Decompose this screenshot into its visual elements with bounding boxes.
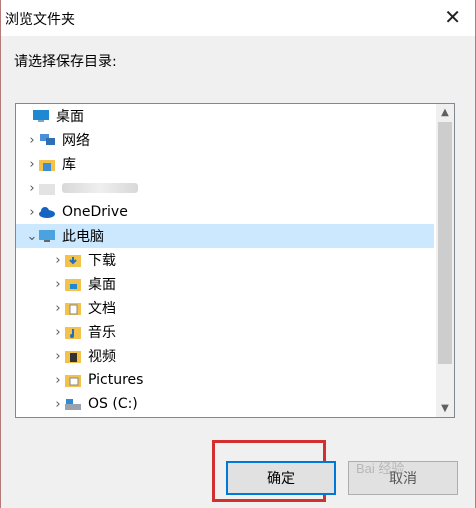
tree-item-label: OneDrive <box>62 204 128 220</box>
close-icon[interactable]: ✕ <box>444 6 461 28</box>
tree-item[interactable]: › 库 <box>16 152 434 176</box>
videos-icon <box>64 348 82 364</box>
tree-item-label: 桌面 <box>88 277 116 293</box>
user-folder-icon <box>38 180 56 196</box>
tree-item-label: 网络 <box>62 133 90 149</box>
network-icon <box>38 132 56 148</box>
folder-tree[interactable]: 桌面 › 网络 › 库 › › OneDrive ⌄ 此电脑 › 下载 › 桌面 › 文档 › 音乐 › 视频 › Pic… <box>15 103 455 418</box>
documents-icon <box>64 300 82 316</box>
browse-folder-dialog: 浏览文件夹 ✕ 请选择保存目录: 桌面 › 网络 › 库 › › OneDrive ⌄ 此电脑 › 下… <box>0 0 476 508</box>
computer-icon <box>38 228 56 244</box>
collapsed-chevron-icon <box>20 104 32 128</box>
scroll-down-icon[interactable]: ▼ <box>436 400 454 417</box>
tree-item[interactable]: › 网络 <box>16 128 434 152</box>
prompt-text: 请选择保存目录: <box>14 54 117 70</box>
ok-button[interactable]: 确定 <box>226 461 336 495</box>
collapsed-chevron-icon[interactable]: › <box>52 392 64 416</box>
tree-item-label <box>62 183 138 193</box>
collapsed-chevron-icon[interactable]: › <box>52 272 64 296</box>
collapsed-chevron-icon[interactable]: › <box>26 152 38 176</box>
collapsed-chevron-icon[interactable]: › <box>52 344 64 368</box>
tree-item-label: 视频 <box>88 349 116 365</box>
tree-item-label: Pictures <box>88 372 144 388</box>
onedrive-icon <box>38 204 56 220</box>
tree-item[interactable]: › 下载 <box>16 248 434 272</box>
tree-item[interactable]: › OneDrive <box>16 200 434 224</box>
library-icon <box>38 156 56 172</box>
music-icon <box>64 324 82 340</box>
collapsed-chevron-icon[interactable]: › <box>52 320 64 344</box>
tree-item-label: 此电脑 <box>62 229 104 245</box>
collapsed-chevron-icon[interactable]: › <box>52 248 64 272</box>
scroll-up-icon[interactable]: ▲ <box>436 104 454 121</box>
desktop-icon <box>32 108 50 124</box>
collapsed-chevron-icon[interactable]: › <box>52 296 64 320</box>
collapsed-chevron-icon[interactable]: › <box>52 368 64 392</box>
tree-item-label: 音乐 <box>88 325 116 341</box>
tree-item[interactable]: › 音乐 <box>16 320 434 344</box>
expanded-chevron-icon[interactable]: ⌄ <box>26 224 38 248</box>
tree-item-label: OS (C:) <box>88 396 138 412</box>
title-bar: 浏览文件夹 ✕ <box>1 0 475 36</box>
tree-item[interactable]: › <box>16 176 434 200</box>
tree-item-label: 文档 <box>88 301 116 317</box>
tree-item[interactable]: › 文档 <box>16 296 434 320</box>
tree-item[interactable]: ⌄ 此电脑 <box>16 224 434 248</box>
downloads-icon <box>64 252 82 268</box>
watermark: Bai 经验 <box>356 461 405 476</box>
collapsed-chevron-icon[interactable]: › <box>26 176 38 200</box>
tree-item-label: 桌面 <box>56 109 84 125</box>
pictures-icon <box>64 372 82 388</box>
tree-item[interactable]: 桌面 <box>16 104 434 128</box>
tree-item[interactable]: › 视频 <box>16 344 434 368</box>
tree-item[interactable]: › 桌面 <box>16 272 434 296</box>
scroll-thumb[interactable] <box>438 122 452 364</box>
desktop-folder-icon <box>64 276 82 292</box>
drive-icon <box>64 396 82 412</box>
tree-item-label: 库 <box>62 157 76 173</box>
tree-item[interactable]: › OS (C:) <box>16 392 434 416</box>
tree-item-label: 下载 <box>88 253 116 269</box>
window-title: 浏览文件夹 <box>5 12 75 28</box>
collapsed-chevron-icon[interactable]: › <box>26 200 38 224</box>
tree-item[interactable]: › Pictures <box>16 368 434 392</box>
collapsed-chevron-icon[interactable]: › <box>26 128 38 152</box>
vertical-scrollbar[interactable]: ▲ ▼ <box>436 104 454 417</box>
